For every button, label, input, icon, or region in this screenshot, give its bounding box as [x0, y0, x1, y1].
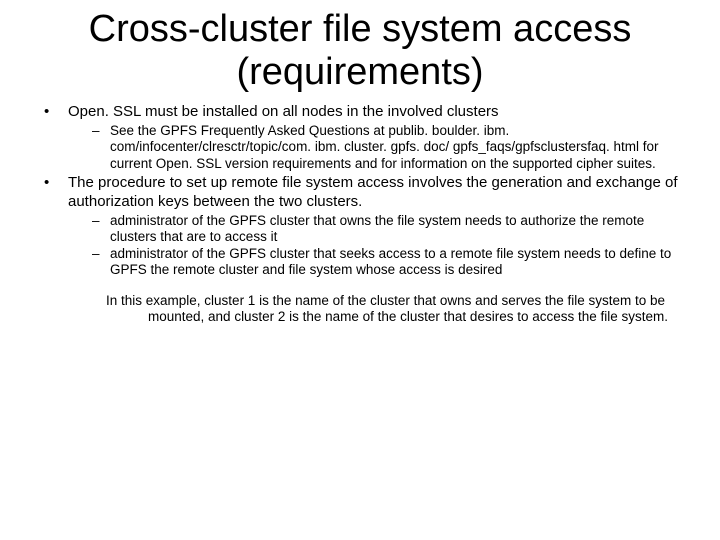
- footer-paragraph: In this example, cluster 1 is the name o…: [68, 293, 690, 326]
- sub-list: administrator of the GPFS cluster that o…: [68, 213, 690, 279]
- sub-bullet-text: administrator of the GPFS cluster that s…: [110, 246, 671, 277]
- bullet-list: Open. SSL must be installed on all nodes…: [30, 103, 690, 279]
- bullet-text: Open. SSL must be installed on all nodes…: [68, 103, 499, 120]
- bullet-text: The procedure to set up remote file syst…: [68, 174, 678, 210]
- list-item: Open. SSL must be installed on all nodes…: [30, 103, 690, 172]
- sub-bullet-text: See the GPFS Frequently Asked Questions …: [110, 123, 658, 171]
- list-item: See the GPFS Frequently Asked Questions …: [68, 123, 690, 172]
- list-item: administrator of the GPFS cluster that s…: [68, 246, 690, 279]
- list-item: administrator of the GPFS cluster that o…: [68, 213, 690, 246]
- slide-title: Cross-cluster file system access (requir…: [30, 8, 690, 93]
- sub-bullet-text: administrator of the GPFS cluster that o…: [110, 213, 644, 244]
- list-item: The procedure to set up remote file syst…: [30, 174, 690, 278]
- sub-list: See the GPFS Frequently Asked Questions …: [68, 123, 690, 172]
